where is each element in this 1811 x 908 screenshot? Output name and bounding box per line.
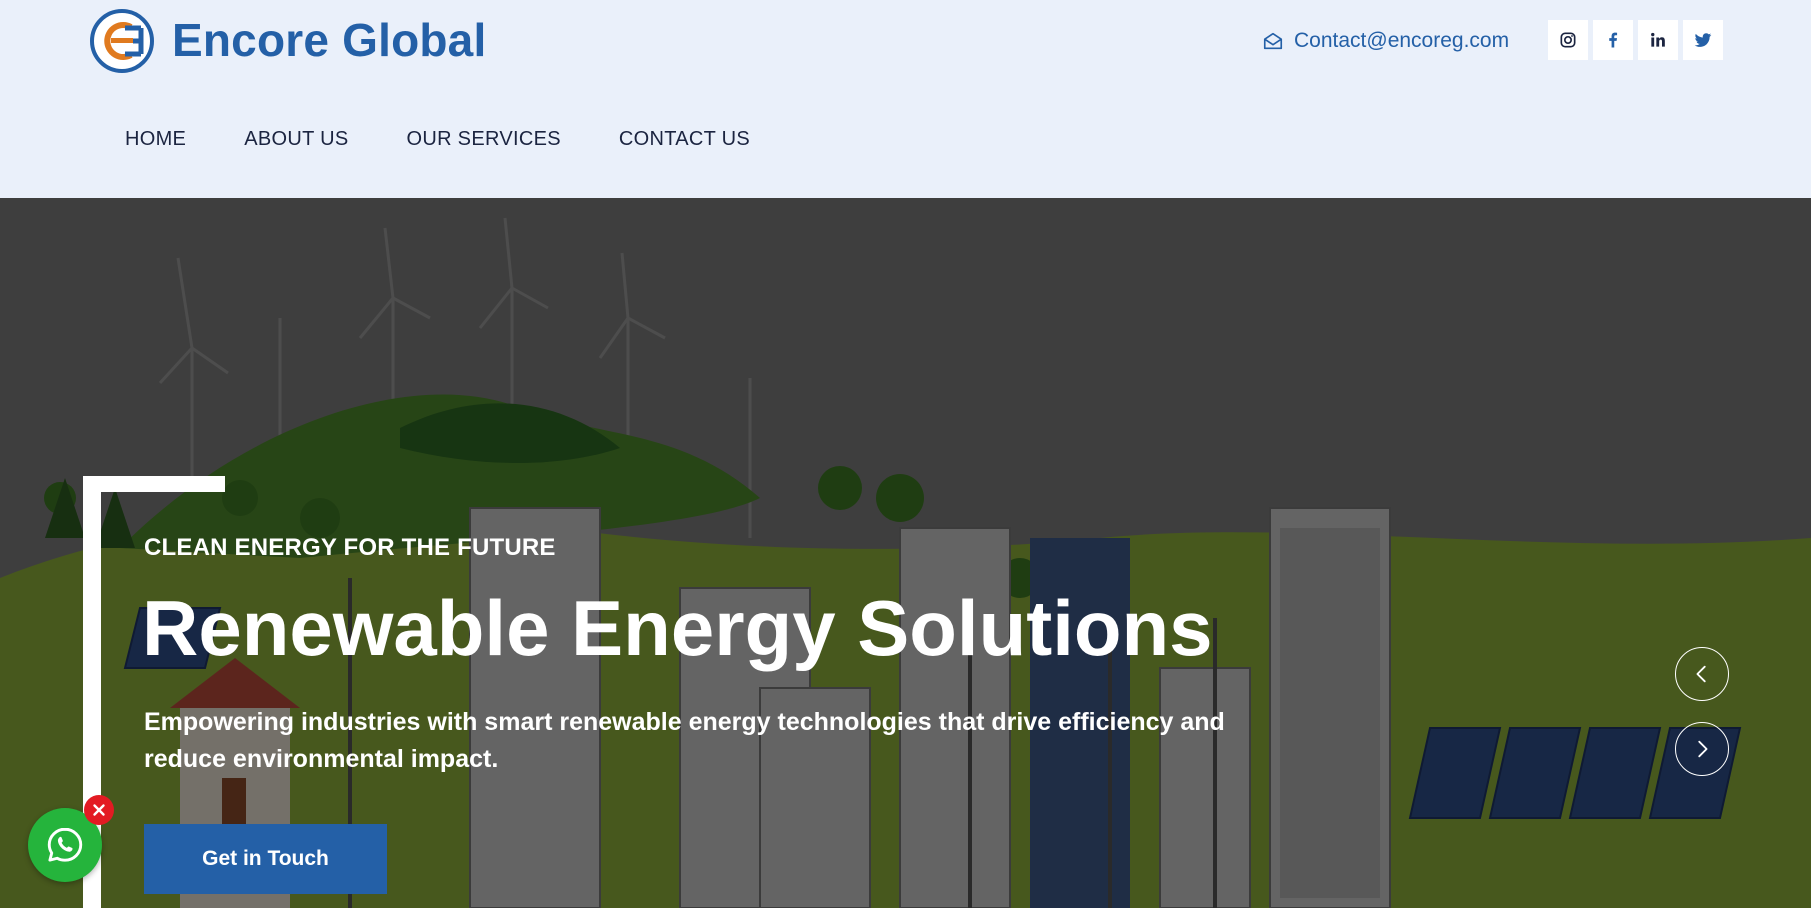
slider-prev-button[interactable] [1675, 647, 1729, 701]
contact-email-link[interactable]: Contact@encoreg.com [1262, 26, 1509, 56]
twitter-button[interactable] [1683, 20, 1723, 60]
hero-title: Renewable Energy Solutions [142, 584, 1213, 672]
contact-email[interactable]: Contact@encoreg.com [1294, 29, 1509, 53]
instagram-button[interactable] [1548, 20, 1588, 60]
whatsapp-close-button[interactable] [84, 795, 114, 825]
hero-frame-horizontal [83, 476, 225, 492]
slider-next-button[interactable] [1675, 722, 1729, 776]
get-in-touch-button[interactable]: Get in Touch [144, 824, 387, 894]
facebook-button[interactable] [1593, 20, 1633, 60]
nav-item-about-us[interactable]: ABOUT US [244, 128, 348, 151]
hero-slider: CLEAN ENERGY FOR THE FUTURE Renewable En… [0, 198, 1811, 908]
instagram-icon [1560, 32, 1576, 48]
encore-global-logo[interactable] [89, 8, 155, 74]
site-header: Encore Global Contact@encoreg.com HOME A… [0, 0, 1811, 198]
chevron-left-icon [1696, 665, 1706, 683]
chevron-right-icon [1698, 740, 1708, 758]
nav-item-home[interactable]: HOME [125, 128, 186, 151]
hero-subtitle: Empowering industries with smart renewab… [144, 708, 1225, 773]
nav-item-our-services[interactable]: OUR SERVICES [406, 128, 560, 151]
nav-item-contact-us[interactable]: CONTACT US [619, 128, 750, 151]
mail-open-icon [1263, 32, 1283, 50]
close-icon [93, 804, 105, 816]
twitter-icon [1694, 33, 1712, 47]
whatsapp-icon [47, 827, 83, 862]
facebook-icon [1609, 32, 1618, 48]
main-nav: HOME ABOUT US OUR SERVICES CONTACT US [125, 128, 750, 151]
linkedin-icon [1651, 32, 1665, 47]
linkedin-button[interactable] [1638, 20, 1678, 60]
hero-eyebrow: CLEAN ENERGY FOR THE FUTURE [144, 534, 556, 561]
brand-name[interactable]: Encore Global [172, 13, 486, 67]
social-links [1548, 20, 1723, 60]
